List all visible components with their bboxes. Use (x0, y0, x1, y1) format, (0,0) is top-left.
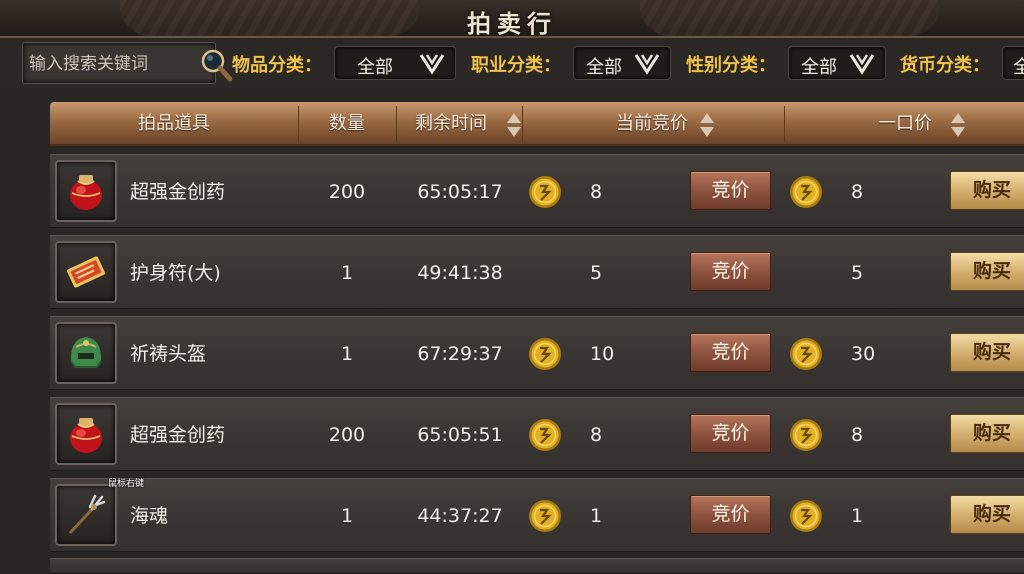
gold-coin-icon (790, 176, 822, 208)
item-time-left: 65:05:51 (417, 424, 503, 446)
gender-category-value: 全部 (801, 57, 837, 78)
item-category-dropdown[interactable]: 全部 (334, 46, 456, 80)
item-quantity: 1 (340, 343, 354, 365)
item-quantity: 1 (340, 262, 354, 284)
current-bid-value: 5 (590, 262, 603, 284)
class-category-value: 全部 (586, 57, 622, 78)
item-quantity: 1 (340, 505, 354, 527)
chevron-down-icon (849, 54, 875, 75)
bid-button[interactable]: 竞价 (690, 252, 771, 291)
sort-arrows-icon[interactable] (950, 111, 966, 139)
bid-button[interactable]: 竞价 (690, 495, 771, 534)
magnifier-icon[interactable] (199, 48, 233, 82)
bid-button[interactable]: 竞价 (690, 333, 771, 372)
gold-coin-icon (529, 500, 561, 532)
table-row-partial (50, 558, 1024, 574)
class-category-dropdown[interactable]: 全部 (573, 46, 671, 80)
buyout-value: 30 (851, 343, 876, 365)
item-time-left: 44:37:27 (417, 505, 503, 527)
item-quantity: 200 (328, 424, 366, 446)
table-row[interactable]: 祈祷头盔 1 67:29:37 10 竞价 30 购买 (50, 316, 1024, 390)
col-buyout-header[interactable]: 一口价 (784, 102, 1024, 146)
item-name: 祈祷头盔 (130, 343, 207, 365)
item-name: 护身符(大) (130, 262, 221, 284)
col-item-header: 拍品道具 (138, 113, 210, 134)
table-row[interactable]: 海魂 1 44:37:27 1 竞价 1 购买 (50, 478, 1024, 552)
current-bid-value: 8 (590, 424, 603, 446)
page-title: 拍卖行 (467, 10, 557, 38)
item-slot[interactable] (55, 403, 117, 465)
item-name: 超强金创药 (130, 424, 226, 446)
sort-arrows-icon[interactable] (699, 111, 715, 139)
buyout-value: 5 (851, 262, 864, 284)
col-current-bid-header[interactable]: 当前竞价 (522, 102, 782, 146)
buyout-value: 8 (851, 181, 864, 203)
table-row[interactable]: 超强金创药 200 65:05:17 8 竞价 8 购买 (50, 154, 1024, 228)
gold-coin-icon (790, 419, 822, 451)
item-name: 超强金创药 (130, 181, 226, 203)
right-click-hint: 鼠标右键 (108, 479, 145, 489)
buyout-value: 1 (851, 505, 864, 527)
buy-button[interactable]: 购买 (950, 495, 1024, 534)
bid-button[interactable]: 竞价 (690, 171, 771, 210)
buy-button[interactable]: 购买 (950, 252, 1024, 291)
gold-coin-icon (790, 338, 822, 370)
buy-button[interactable]: 购买 (950, 414, 1024, 453)
current-bid-value: 8 (590, 181, 603, 203)
sort-arrows-icon[interactable] (506, 111, 522, 139)
item-time-left: 65:05:17 (417, 181, 503, 203)
buyout-value: 8 (851, 424, 864, 446)
current-bid-value: 10 (590, 343, 615, 365)
col-quantity-header: 数量 (329, 113, 365, 134)
item-name: 海魂 (130, 505, 169, 527)
table-row[interactable]: 超强金创药 200 65:05:51 8 竞价 8 购买 (50, 397, 1024, 471)
currency-category-label: 货币分类： (900, 55, 990, 76)
item-quantity: 200 (328, 181, 366, 203)
bid-button[interactable]: 竞价 (690, 414, 771, 453)
item-time-left: 67:29:37 (417, 343, 503, 365)
class-category-label: 职业分类： (471, 55, 561, 76)
filter-bar: 物品分类： 全部 职业分类： 全部 性别分类： 全部 货币分类： 全 (0, 40, 1024, 88)
item-slot[interactable] (55, 160, 117, 222)
gold-coin-icon (529, 176, 561, 208)
col-time-header[interactable]: 剩余时间 (396, 102, 506, 146)
currency-category-value: 全 (1013, 57, 1024, 78)
table-row[interactable]: 护身符(大) 1 49:41:38 5 竞价 5 购买 (50, 235, 1024, 309)
search-input[interactable] (29, 51, 191, 77)
gold-coin-icon (790, 500, 822, 532)
gold-coin-icon (529, 419, 561, 451)
title-bar: 拍卖行 (0, 0, 1024, 38)
item-slot[interactable] (55, 322, 117, 384)
current-bid-value: 1 (590, 505, 603, 527)
buy-button[interactable]: 购买 (950, 171, 1024, 210)
search-box (22, 42, 233, 84)
currency-category-dropdown[interactable]: 全 (1002, 46, 1024, 80)
item-slot[interactable] (55, 484, 117, 546)
chevron-down-icon (634, 54, 660, 75)
item-slot[interactable] (55, 241, 117, 303)
gender-category-dropdown[interactable]: 全部 (788, 46, 886, 80)
gold-coin-icon (529, 338, 561, 370)
table-header: 拍品道具 数量 剩余时间 当前竞价 一口价 (50, 102, 1024, 146)
gender-category-label: 性别分类： (686, 55, 776, 76)
buy-button[interactable]: 购买 (950, 333, 1024, 372)
item-category-value: 全部 (357, 57, 393, 78)
item-time-left: 49:41:38 (417, 262, 503, 284)
item-category-label: 物品分类： (232, 55, 322, 76)
chevron-down-icon (419, 54, 445, 75)
